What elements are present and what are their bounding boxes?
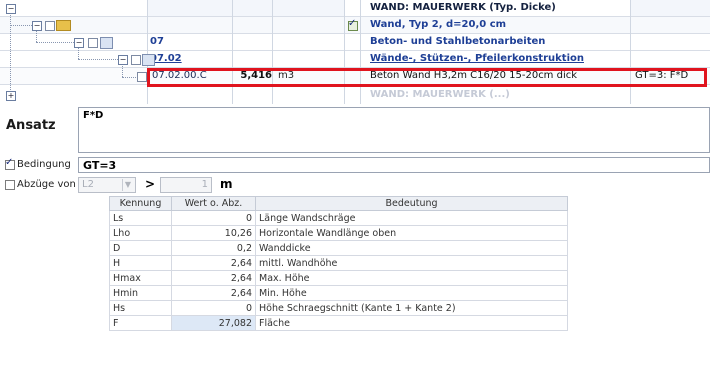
folder-icon xyxy=(56,20,71,31)
table-row[interactable]: Hmax 2,64 Max. Höhe xyxy=(109,270,568,286)
param-id: D xyxy=(109,240,172,256)
tree-row-text: Beton- und Stahlbetonarbeiten xyxy=(370,36,546,47)
tree-row[interactable]: WAND: MAUERWERK (Typ. Dicke) xyxy=(0,0,710,17)
column-header-wert[interactable]: Wert o. Abz. xyxy=(171,196,256,211)
tree-row-text: WAND: MAUERWERK (Typ. Dicke) xyxy=(370,2,556,13)
param-value: 10,26 xyxy=(171,225,256,241)
row-checkbox[interactable] xyxy=(45,21,55,31)
expand-toggle-icon[interactable]: + xyxy=(6,91,16,101)
bedingung-label: Bedingung xyxy=(17,159,71,170)
param-meaning: Länge Wandschräge xyxy=(255,210,568,226)
table-row[interactable]: Hs 0 Höhe Schraegschnitt (Kante 1 + Kant… xyxy=(109,300,568,316)
table-row[interactable]: F 27,082 Fläche xyxy=(109,315,568,331)
table-row[interactable]: Lho 10,26 Horizontale Wandlänge oben xyxy=(109,225,568,241)
param-meaning: Max. Höhe xyxy=(255,270,568,286)
param-meaning: Wanddicke xyxy=(255,240,568,256)
tree-row-code: 07 xyxy=(150,36,164,47)
table-row[interactable]: H 2,64 mittl. Wandhöhe xyxy=(109,255,568,271)
param-id: Hmin xyxy=(109,285,172,301)
row-checkbox-checked[interactable] xyxy=(348,18,358,31)
collapse-toggle-icon[interactable]: − xyxy=(74,38,84,48)
param-value: 2,64 xyxy=(171,285,256,301)
tree-row-text: Wände-, Stützen-, Pfeilerkonstruktion xyxy=(370,53,584,64)
param-value: 2,64 xyxy=(171,255,256,271)
parameters-table: Kennung Wert o. Abz. Bedeutung Ls 0 Läng… xyxy=(109,196,568,331)
abzuege-unit: m xyxy=(220,177,233,191)
table-row[interactable]: Ls 0 Länge Wandschräge xyxy=(109,210,568,226)
row-checkbox[interactable] xyxy=(88,38,98,48)
abzuege-label: Abzüge von xyxy=(17,179,76,190)
ansatz-formula-field[interactable]: F*D xyxy=(78,107,710,153)
tree-row-code: 07.02 xyxy=(150,53,182,64)
table-row[interactable]: D 0,2 Wanddicke xyxy=(109,240,568,256)
ansatz-label: Ansatz xyxy=(6,118,56,133)
table-row[interactable]: Hmin 2,64 Min. Höhe xyxy=(109,285,568,301)
group-icon xyxy=(142,54,155,66)
tree-row[interactable]: WAND: MAUERWERK (...) xyxy=(0,87,710,103)
abzuege-select-value: L2 xyxy=(82,179,94,190)
table-header-row: Kennung Wert o. Abz. Bedeutung xyxy=(109,196,568,211)
column-header-bedeutung[interactable]: Bedeutung xyxy=(255,196,568,211)
param-id: Hmax xyxy=(109,270,172,286)
bedingung-field[interactable]: GT=3 xyxy=(78,157,710,173)
param-value: 2,64 xyxy=(171,270,256,286)
param-value: 27,082 xyxy=(171,315,256,331)
abzuege-checkbox[interactable] xyxy=(5,180,15,190)
param-meaning: Min. Höhe xyxy=(255,285,568,301)
param-meaning: Fläche xyxy=(255,315,568,331)
bedingung-checkbox[interactable] xyxy=(5,157,15,170)
param-meaning: Höhe Schraegschnitt (Kante 1 + Kante 2) xyxy=(255,300,568,316)
row-checkbox[interactable] xyxy=(131,55,141,65)
abzuege-select[interactable]: L2 ▼ xyxy=(78,177,136,193)
param-id: Ls xyxy=(109,210,172,226)
collapse-toggle-icon[interactable]: − xyxy=(32,21,42,31)
param-id: Hs xyxy=(109,300,172,316)
row-checkbox[interactable] xyxy=(137,72,147,82)
param-value: 0 xyxy=(171,210,256,226)
param-id: H xyxy=(109,255,172,271)
chevron-down-icon: ▼ xyxy=(122,179,133,191)
param-meaning: mittl. Wandhöhe xyxy=(255,255,568,271)
abzuege-value-field[interactable]: 1 xyxy=(160,177,212,193)
param-meaning: Horizontale Wandlänge oben xyxy=(255,225,568,241)
param-value: 0,2 xyxy=(171,240,256,256)
param-id: F xyxy=(109,315,172,331)
group-icon xyxy=(100,37,113,49)
collapse-toggle-icon[interactable]: − xyxy=(6,4,16,14)
param-value: 0 xyxy=(171,300,256,316)
tree-row-text: WAND: MAUERWERK (...) xyxy=(370,89,510,100)
position-tree-grid: WAND: MAUERWERK (Typ. Dicke) Wand, Typ 2… xyxy=(0,0,710,104)
comparison-operator: > xyxy=(145,177,156,191)
column-header-kennung[interactable]: Kennung xyxy=(109,196,172,211)
tree-row-text: Wand, Typ 2, d=20,0 cm xyxy=(370,19,507,30)
collapse-toggle-icon[interactable]: − xyxy=(118,55,128,65)
selected-row-highlight xyxy=(147,68,707,87)
param-id: Lho xyxy=(109,225,172,241)
